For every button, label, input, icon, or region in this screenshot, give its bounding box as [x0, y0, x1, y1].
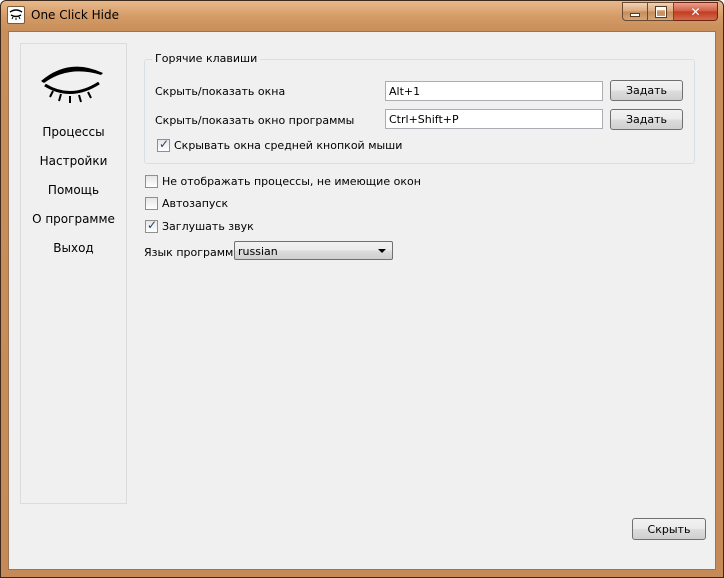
- app-window: One Click Hide ✕ Процессы Настройки Помо…: [0, 0, 724, 578]
- maximize-button[interactable]: [648, 2, 674, 21]
- sidebar-item-exit[interactable]: Выход: [21, 241, 126, 255]
- mute-sound-checkbox[interactable]: ✓: [145, 218, 158, 233]
- mute-sound-label: Заглушать звук: [162, 220, 254, 233]
- middle-click-hide-label: Скрывать окна средней кнопкой мыши: [174, 139, 403, 152]
- autostart-checkbox[interactable]: ✓: [145, 197, 158, 210]
- sidebar-item-help[interactable]: Помощь: [21, 183, 126, 197]
- hide-button[interactable]: Скрыть: [632, 518, 706, 540]
- minimize-icon: [630, 12, 640, 17]
- sidebar-item-processes[interactable]: Процессы: [21, 125, 126, 139]
- closed-eye-logo: [39, 61, 105, 109]
- chevron-down-icon: [378, 249, 386, 253]
- hotkey-hide-windows-field[interactable]: Alt+1: [385, 81, 603, 101]
- close-button[interactable]: ✕: [674, 2, 718, 21]
- close-icon: ✕: [690, 4, 701, 19]
- middle-click-hide-checkbox[interactable]: ✓: [157, 137, 170, 152]
- hide-windowless-processes-checkbox[interactable]: ✓: [145, 175, 158, 188]
- title-bar[interactable]: One Click Hide ✕: [1, 1, 723, 31]
- sidebar-item-settings[interactable]: Настройки: [21, 154, 126, 168]
- hotkeys-group-title: Горячие клавиши: [152, 52, 261, 65]
- window-title: One Click Hide: [31, 8, 120, 22]
- hotkey-hide-windows-label: Скрыть/показать окна: [155, 85, 286, 98]
- window-controls: ✕: [622, 2, 718, 21]
- sidebar: Процессы Настройки Помощь О программе Вы…: [20, 43, 127, 504]
- set-hotkey-hide-program-button[interactable]: Задать: [610, 109, 683, 130]
- language-select-value: russian: [238, 245, 278, 258]
- maximize-icon: [654, 5, 667, 18]
- hotkey-hide-program-field[interactable]: Ctrl+Shift+P: [385, 109, 603, 129]
- minimize-button[interactable]: [622, 2, 648, 21]
- hotkey-hide-program-label: Скрыть/показать окно программы: [155, 114, 355, 127]
- client-area: Процессы Настройки Помощь О программе Вы…: [8, 31, 716, 570]
- autostart-label: Автозапуск: [162, 197, 229, 210]
- hide-windowless-processes-label: Не отображать процессы, не имеющие окон: [162, 175, 421, 188]
- set-hotkey-hide-windows-button[interactable]: Задать: [610, 80, 683, 101]
- language-label: Язык программы: [144, 246, 243, 259]
- sidebar-item-about[interactable]: О программе: [21, 212, 126, 226]
- closed-eye-icon: [7, 6, 25, 24]
- language-select[interactable]: russian: [234, 241, 393, 260]
